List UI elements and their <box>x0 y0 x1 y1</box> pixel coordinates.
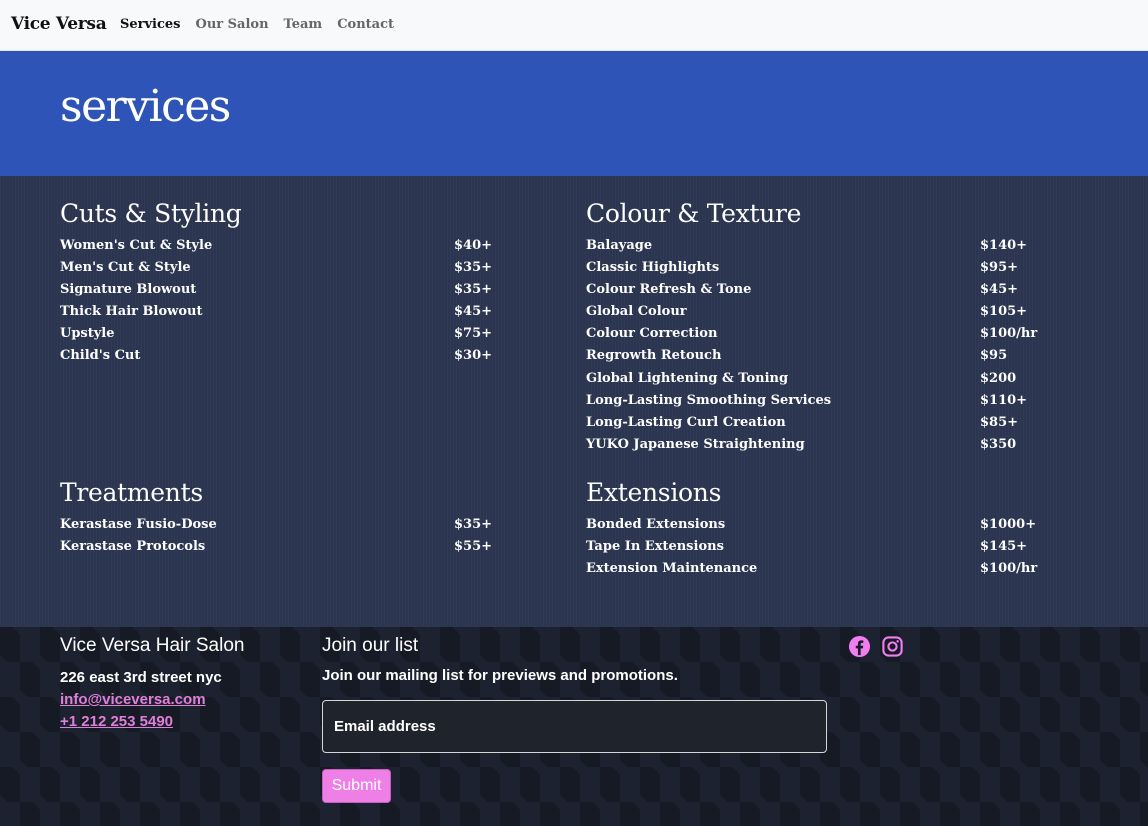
service-name: Classic Highlights <box>586 260 720 276</box>
service-name: Regrowth Retouch <box>586 348 722 364</box>
section-extensions: Extensions Bonded Extensions $1000+ Tape I… <box>586 480 1046 583</box>
service-price: $35+ <box>454 517 493 532</box>
service-row: Kerastase Protocols $55+ <box>60 539 520 561</box>
footer-newsletter: Join our list Join our mailing list for … <box>322 635 827 803</box>
service-name: Signature Blowout <box>60 282 197 298</box>
service-row: Long-Lasting Smoothing Services $110+ <box>586 393 1046 415</box>
newsletter-title: Join our list <box>322 635 419 656</box>
service-price: $30+ <box>454 348 493 364</box>
service-row: Men's Cut & Style $35+ <box>60 260 520 282</box>
service-price: $140+ <box>980 238 1028 253</box>
service-price: $105+ <box>980 304 1028 320</box>
service-row: Colour Correction $100/hr <box>586 326 1046 348</box>
service-name: Thick Hair Blowout <box>60 304 203 320</box>
service-row: Thick Hair Blowout $45+ <box>60 304 520 326</box>
brand-logo[interactable]: Vice Versa <box>11 14 107 34</box>
service-row: Regrowth Retouch $95 <box>586 348 1046 370</box>
service-name: Bonded Extensions <box>586 517 726 532</box>
service-row: Bonded Extensions $1000+ <box>586 517 1046 539</box>
service-name: Child's Cut <box>60 348 141 364</box>
service-name: Long-Lasting Curl Creation <box>586 414 786 430</box>
service-price: $40+ <box>454 238 493 253</box>
service-name: Women's Cut & Style <box>60 238 213 253</box>
service-row: Classic Highlights $95+ <box>586 260 1046 282</box>
service-price: $45+ <box>980 282 1019 298</box>
section-title: Cuts & Styling <box>60 199 242 228</box>
section-title: Extensions <box>586 478 722 507</box>
service-row: Extension Maintenance $100/hr <box>586 561 1046 583</box>
nav-link-team[interactable]: Team <box>284 17 323 32</box>
service-name: Kerastase Fusio-Dose <box>60 517 217 532</box>
service-row: Global Colour $105+ <box>586 304 1046 326</box>
service-price: $110+ <box>980 392 1028 408</box>
service-price: $100/hr <box>980 561 1038 577</box>
service-row: Child's Cut $30+ <box>60 348 520 370</box>
nav-links: Services Our Salon Team Contact <box>120 17 394 32</box>
service-price: $95+ <box>980 260 1019 276</box>
services-list: Cuts & Styling Women's Cut & Style $40+ Me… <box>0 176 1148 627</box>
service-price: $145+ <box>980 539 1028 555</box>
service-price: $200 <box>980 370 1017 386</box>
instagram-icon[interactable] <box>881 635 904 658</box>
service-price: $45+ <box>454 304 493 320</box>
service-row: Women's Cut & Style $40+ <box>60 238 520 260</box>
service-price: $75+ <box>454 326 493 342</box>
service-name: Long-Lasting Smoothing Services <box>586 392 832 408</box>
service-row: Kerastase Fusio-Dose $35+ <box>60 517 520 539</box>
nav-link-services[interactable]: Services <box>120 17 181 32</box>
section-cuts-styling: Cuts & Styling Women's Cut & Style $40+ Me… <box>60 201 520 371</box>
service-price: $350 <box>980 436 1017 452</box>
service-name: Kerastase Protocols <box>60 539 206 555</box>
hero-banner: services <box>0 51 1148 176</box>
service-name: YUKO Japanese Straightening <box>586 436 805 452</box>
facebook-icon[interactable] <box>848 635 871 658</box>
service-row: Tape In Extensions $145+ <box>586 539 1046 561</box>
newsletter-description: Join our mailing list for previews and p… <box>322 667 678 684</box>
service-row: Signature Blowout $35+ <box>60 282 520 304</box>
service-name: Balayage <box>586 238 653 253</box>
service-row: Long-Lasting Curl Creation $85+ <box>586 415 1046 437</box>
service-price: $55+ <box>454 539 493 555</box>
service-name: Colour Correction <box>586 326 718 342</box>
service-row: Global Lightening & Toning $200 <box>586 371 1046 393</box>
service-name: Upstyle <box>60 326 115 342</box>
section-colour-texture: Colour & Texture Balayage $140+ Classic Hi… <box>586 201 1046 459</box>
service-row: Colour Refresh & Tone $45+ <box>586 282 1046 304</box>
service-row: YUKO Japanese Straightening $350 <box>586 437 1046 459</box>
service-row: Upstyle $75+ <box>60 326 520 348</box>
service-name: Men's Cut & Style <box>60 260 191 276</box>
social-links <box>848 635 904 658</box>
service-price: $35+ <box>454 260 493 276</box>
nav-link-our-salon[interactable]: Our Salon <box>196 17 269 32</box>
footer-contact: Vice Versa Hair Salon 226 east 3rd stree… <box>60 635 244 733</box>
service-name: Colour Refresh & Tone <box>586 282 752 298</box>
service-name: Extension Maintenance <box>586 561 758 577</box>
service-price: $95 <box>980 348 1008 364</box>
service-name: Global Colour <box>586 304 687 320</box>
nav-link-contact[interactable]: Contact <box>337 17 394 32</box>
service-price: $100/hr <box>980 326 1038 342</box>
service-price: $85+ <box>980 414 1019 430</box>
section-title: Treatments <box>60 478 203 507</box>
footer: Vice Versa Hair Salon 226 east 3rd stree… <box>0 627 1148 826</box>
service-name: Global Lightening & Toning <box>586 370 789 386</box>
footer-phone-link[interactable]: +1 212 253 5490 <box>60 711 244 733</box>
email-input[interactable] <box>322 700 827 753</box>
top-navbar: Vice Versa Services Our Salon Team Conta… <box>0 0 1148 51</box>
section-treatments: Treatments Kerastase Fusio-Dose $35+ Keras… <box>60 480 520 561</box>
footer-address: 226 east 3rd street nyc <box>60 669 222 686</box>
service-price: $35+ <box>454 282 493 298</box>
service-row: Balayage $140+ <box>586 238 1046 260</box>
page-title: services <box>60 81 231 132</box>
footer-email-link[interactable]: info@viceversa.com <box>60 689 244 711</box>
service-price: $1000+ <box>980 517 1037 532</box>
section-title: Colour & Texture <box>586 199 802 228</box>
footer-salon-name: Vice Versa Hair Salon <box>60 635 245 656</box>
submit-button[interactable]: Submit <box>322 769 391 803</box>
service-name: Tape In Extensions <box>586 539 724 555</box>
